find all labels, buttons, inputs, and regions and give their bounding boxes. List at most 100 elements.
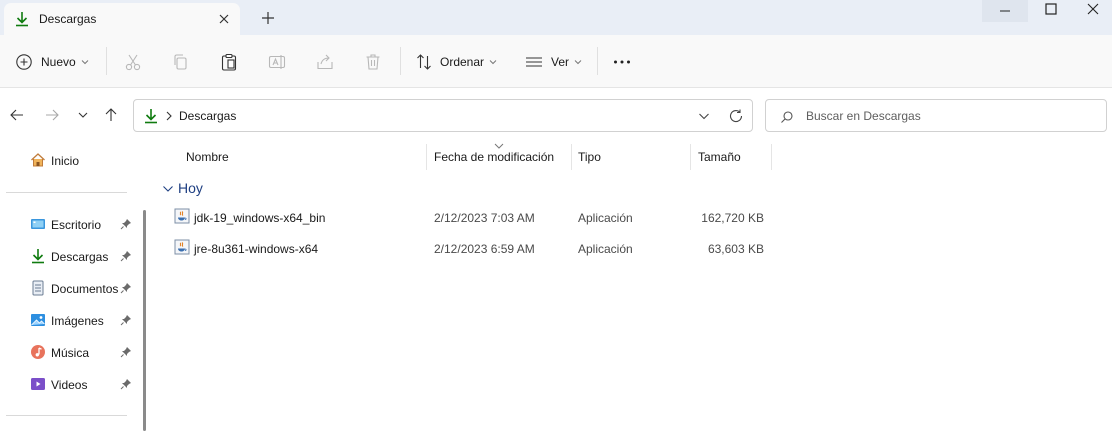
pin-icon[interactable] xyxy=(120,378,132,390)
file-type: Aplicación xyxy=(578,211,633,225)
desktop-icon xyxy=(31,219,45,229)
delete-icon[interactable] xyxy=(363,52,383,72)
sidebar-item-label: Descargas xyxy=(51,250,109,264)
sidebar-item-label: Documentos xyxy=(51,282,119,296)
download-icon xyxy=(145,109,157,124)
sort-icon xyxy=(417,54,431,70)
table-row[interactable]: jdk-19_windows-x64_bin 2/12/2023 7:03 AM… xyxy=(170,204,950,230)
sidebar-item-label: Imágenes xyxy=(51,314,104,328)
videos-icon xyxy=(31,378,45,390)
download-icon xyxy=(32,249,44,264)
toolbar-divider xyxy=(400,47,401,75)
file-date: 2/12/2023 6:59 AM xyxy=(434,242,535,256)
chevron-down-icon xyxy=(81,60,89,65)
java-installer-icon xyxy=(174,239,190,255)
up-icon[interactable] xyxy=(101,105,121,125)
chevron-down-icon xyxy=(574,60,582,65)
sort-indicator-icon xyxy=(494,143,504,149)
java-installer-icon xyxy=(174,208,190,224)
maximize-icon[interactable] xyxy=(1028,0,1074,22)
back-icon[interactable] xyxy=(7,105,27,125)
chevron-down-icon[interactable] xyxy=(697,109,711,123)
file-name: jre-8u361-windows-x64 xyxy=(194,242,319,256)
table-row[interactable]: jre-8u361-windows-x64 2/12/2023 6:59 AM … xyxy=(170,235,950,261)
column-header-size[interactable]: Tamaño xyxy=(698,150,741,164)
sidebar-item-escritorio[interactable]: Escritorio xyxy=(28,213,136,235)
tab-descargas[interactable]: Descargas xyxy=(4,3,240,35)
address-bar[interactable]: Descargas xyxy=(133,99,753,132)
sidebar-item-label: Escritorio xyxy=(51,218,102,232)
file-name: jdk-19_windows-x64_bin xyxy=(194,211,326,225)
sidebar-item-home[interactable]: Inicio xyxy=(28,149,136,171)
new-button[interactable]: Nuevo xyxy=(15,49,89,75)
forward-icon[interactable] xyxy=(42,105,62,125)
paste-icon[interactable] xyxy=(219,52,239,72)
sort-button-label: Ordenar xyxy=(440,55,485,69)
sidebar-item-descargas[interactable]: Descargas xyxy=(28,245,136,267)
pin-icon[interactable] xyxy=(120,250,132,262)
add-icon xyxy=(16,54,32,70)
sidebar-item-imagenes[interactable]: Imágenes xyxy=(28,309,136,331)
file-type: Aplicación xyxy=(578,242,633,256)
file-date: 2/12/2023 7:03 AM xyxy=(434,211,535,225)
cut-icon[interactable] xyxy=(123,52,143,72)
file-size: 162,720 KB xyxy=(701,211,764,225)
refresh-icon[interactable] xyxy=(728,108,744,124)
search-icon xyxy=(781,111,793,123)
tab-title: Descargas xyxy=(39,12,97,26)
pin-icon[interactable] xyxy=(120,282,132,294)
pin-icon[interactable] xyxy=(120,346,132,358)
column-divider[interactable] xyxy=(571,144,572,170)
sidebar-item-label: Música xyxy=(51,346,90,360)
file-size: 63,603 KB xyxy=(707,242,764,256)
column-divider[interactable] xyxy=(426,144,427,170)
column-header-date[interactable]: Fecha de modificación xyxy=(434,150,554,164)
chevron-down-icon xyxy=(163,186,173,192)
search-input[interactable]: Buscar en Descargas xyxy=(765,99,1107,132)
more-options-icon[interactable] xyxy=(612,52,632,72)
pin-icon[interactable] xyxy=(120,218,132,230)
close-tab-icon[interactable] xyxy=(214,9,234,29)
new-button-label: Nuevo xyxy=(41,55,76,69)
recent-locations-icon[interactable] xyxy=(73,105,93,125)
title-bar: Descargas xyxy=(0,0,1112,35)
pictures-icon xyxy=(31,314,45,326)
sidebar-item-videos[interactable]: Videos xyxy=(28,373,136,395)
sidebar-item-documentos[interactable]: Documentos xyxy=(28,277,136,299)
breadcrumb[interactable]: Descargas xyxy=(179,109,236,123)
share-icon[interactable] xyxy=(315,52,335,72)
sort-button[interactable]: Ordenar xyxy=(416,49,497,75)
search-placeholder: Buscar en Descargas xyxy=(806,109,921,123)
toolbar-divider xyxy=(597,47,598,75)
command-bar: Nuevo Ordenar Ver xyxy=(0,35,1112,88)
chevron-right-icon xyxy=(166,111,172,121)
view-button[interactable]: Ver xyxy=(525,49,582,75)
documents-icon xyxy=(32,280,44,296)
column-header-type[interactable]: Tipo xyxy=(578,150,601,164)
file-list: Nombre Fecha de modificación Tipo Tamaño… xyxy=(152,140,1112,431)
home-icon xyxy=(31,153,45,167)
music-icon xyxy=(31,345,45,359)
view-icon xyxy=(526,57,542,67)
sidebar-item-label: Inicio xyxy=(51,154,80,168)
column-header-name[interactable]: Nombre xyxy=(186,150,229,164)
download-icon xyxy=(16,12,28,27)
new-tab-icon[interactable] xyxy=(258,8,278,28)
copy-icon[interactable] xyxy=(171,52,191,72)
divider xyxy=(6,192,127,193)
sidebar-item-musica[interactable]: Música xyxy=(28,341,136,363)
navigation-pane: Inicio Escritorio Descargas Documentos I… xyxy=(0,140,146,431)
view-button-label: Ver xyxy=(551,55,570,69)
pin-icon[interactable] xyxy=(120,314,132,326)
divider xyxy=(6,415,127,416)
toolbar-divider xyxy=(106,47,107,75)
close-window-icon[interactable] xyxy=(1074,0,1112,22)
sidebar-item-label: Videos xyxy=(51,378,88,392)
column-divider[interactable] xyxy=(771,144,772,170)
rename-icon[interactable] xyxy=(267,52,287,72)
column-divider[interactable] xyxy=(690,144,691,170)
group-label: Hoy xyxy=(178,180,203,196)
chevron-down-icon xyxy=(489,60,497,65)
minimize-icon[interactable] xyxy=(982,0,1028,22)
sidebar-scrollbar[interactable] xyxy=(143,210,146,431)
